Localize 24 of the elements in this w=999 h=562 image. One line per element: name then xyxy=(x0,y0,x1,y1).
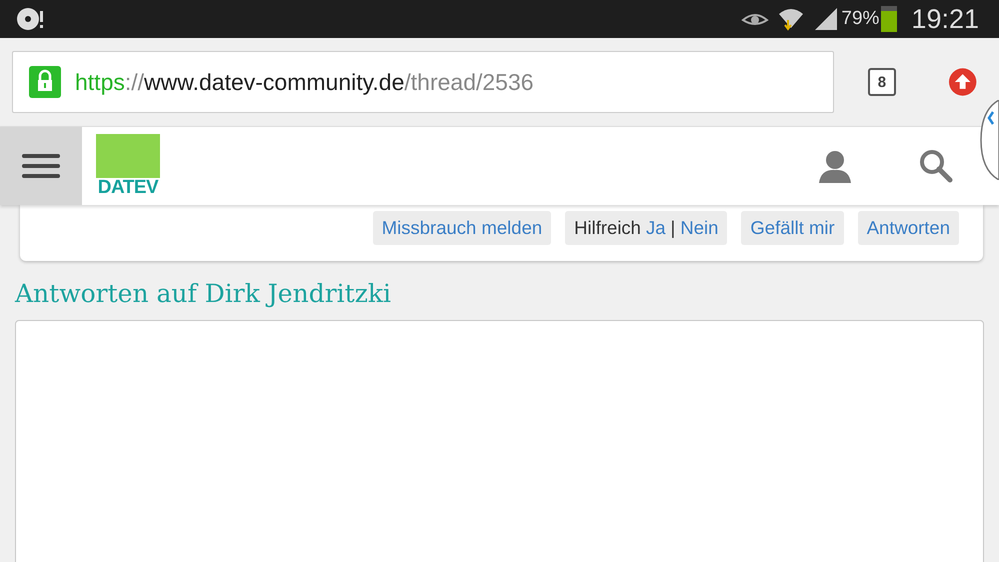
url-text: https://www.datev-community.de/thread/2536 xyxy=(75,68,534,96)
yes-link[interactable]: Ja xyxy=(646,217,666,239)
lock-icon xyxy=(29,66,61,98)
tab-count-button[interactable]: 8 xyxy=(868,68,896,96)
search-icon[interactable] xyxy=(919,149,953,183)
battery-icon xyxy=(881,6,898,32)
helpful-label: Hilfreich xyxy=(574,217,641,239)
wifi-icon xyxy=(777,6,806,32)
signal-icon xyxy=(813,8,840,30)
action-button[interactable]: Antworten xyxy=(858,211,959,245)
vote-divider: | xyxy=(670,217,676,239)
menu-button[interactable] xyxy=(0,127,82,205)
no-link[interactable]: Nein xyxy=(680,217,718,239)
disc-icon xyxy=(16,6,46,32)
battery-percent: 79% xyxy=(841,8,880,30)
replies-heading: Antworten auf Dirk Jendritzki xyxy=(15,279,392,308)
user-icon[interactable] xyxy=(817,149,853,183)
action-button[interactable]: Missbrauch melden xyxy=(372,211,552,245)
action-button[interactable]: Gefällt mir xyxy=(741,211,844,245)
address-bar[interactable]: https://www.datev-community.de/thread/2536 xyxy=(12,51,834,113)
clock: 19:21 xyxy=(911,4,979,34)
menu-icon xyxy=(22,151,60,181)
upload-icon[interactable] xyxy=(948,67,977,97)
side-panel-handle[interactable] xyxy=(979,100,999,180)
